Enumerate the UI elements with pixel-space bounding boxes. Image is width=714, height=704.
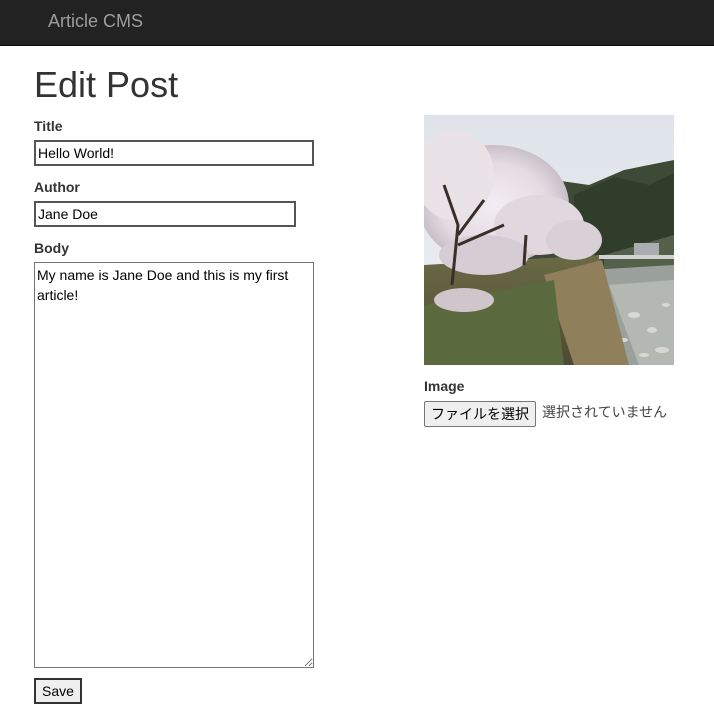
body-label: Body xyxy=(34,240,69,256)
body-textarea[interactable]: My name is Jane Doe and this is my first… xyxy=(34,262,314,668)
post-image xyxy=(424,115,674,365)
author-label: Author xyxy=(34,179,80,195)
choose-file-button[interactable]: ファイルを選択 xyxy=(424,401,536,427)
save-button[interactable]: Save xyxy=(34,678,82,704)
file-status-text: 選択されていません xyxy=(542,405,668,421)
image-label: Image xyxy=(424,378,465,394)
title-input[interactable] xyxy=(34,140,314,166)
navbar: Article CMS xyxy=(0,0,714,46)
title-label: Title xyxy=(34,118,63,134)
page-title: Edit Post xyxy=(34,64,179,105)
brand-link[interactable]: Article CMS xyxy=(48,10,143,32)
author-input[interactable] xyxy=(34,201,296,227)
